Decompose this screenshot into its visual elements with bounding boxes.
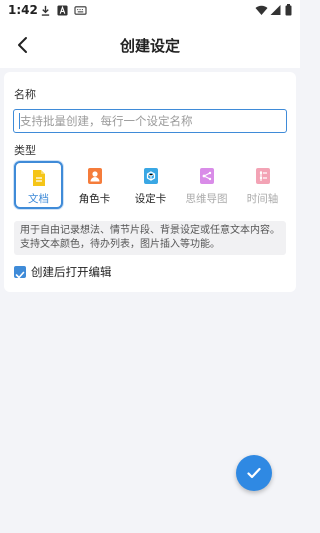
text-cursor	[19, 113, 20, 129]
type-option-label: 设定卡	[134, 193, 167, 205]
type-option-label: 思维导图	[185, 193, 228, 205]
battery-icon	[285, 4, 292, 16]
name-input[interactable]	[13, 109, 287, 133]
page-title: 创建设定	[119, 37, 180, 55]
document-icon	[32, 170, 45, 186]
open-after-create-label[interactable]: 创建后打开编辑	[31, 264, 112, 280]
status-bar: 1:42	[0, 0, 300, 22]
type-option-label: 时间轴	[246, 193, 279, 205]
type-label: 类型	[14, 144, 36, 157]
mind-map-icon	[199, 168, 214, 184]
status-time: 1:42	[8, 3, 38, 17]
wifi-icon	[255, 5, 268, 15]
type-option-character-card[interactable]: 角色卡	[70, 161, 119, 209]
type-option-mind-map[interactable]: 思维导图	[182, 161, 231, 209]
timeline-icon	[255, 168, 270, 184]
a-icon	[57, 5, 68, 16]
setting-card-icon	[143, 168, 158, 184]
signal-icon	[270, 5, 281, 15]
type-option-timeline[interactable]: 时间轴	[238, 161, 287, 209]
check-icon	[15, 271, 25, 279]
type-option-label: 文档	[28, 193, 49, 205]
check-icon	[247, 467, 261, 479]
character-card-icon	[87, 168, 102, 184]
name-label: 名称	[14, 88, 36, 101]
keyboard-icon	[74, 6, 87, 15]
open-after-create-checkbox[interactable]	[14, 266, 26, 279]
confirm-create-button[interactable]	[236, 455, 272, 491]
type-option-document[interactable]: 文档	[14, 161, 63, 209]
type-option-label: 角色卡	[78, 193, 111, 205]
type-option-setting-card[interactable]: 设定卡	[126, 161, 175, 209]
download-icon	[41, 5, 50, 16]
type-description: 用于自由记录想法、情节片段、背景设定或任意文本内容。支持文本颜色，待办列表，图片…	[14, 221, 286, 255]
app-header: 创建设定	[0, 22, 300, 68]
